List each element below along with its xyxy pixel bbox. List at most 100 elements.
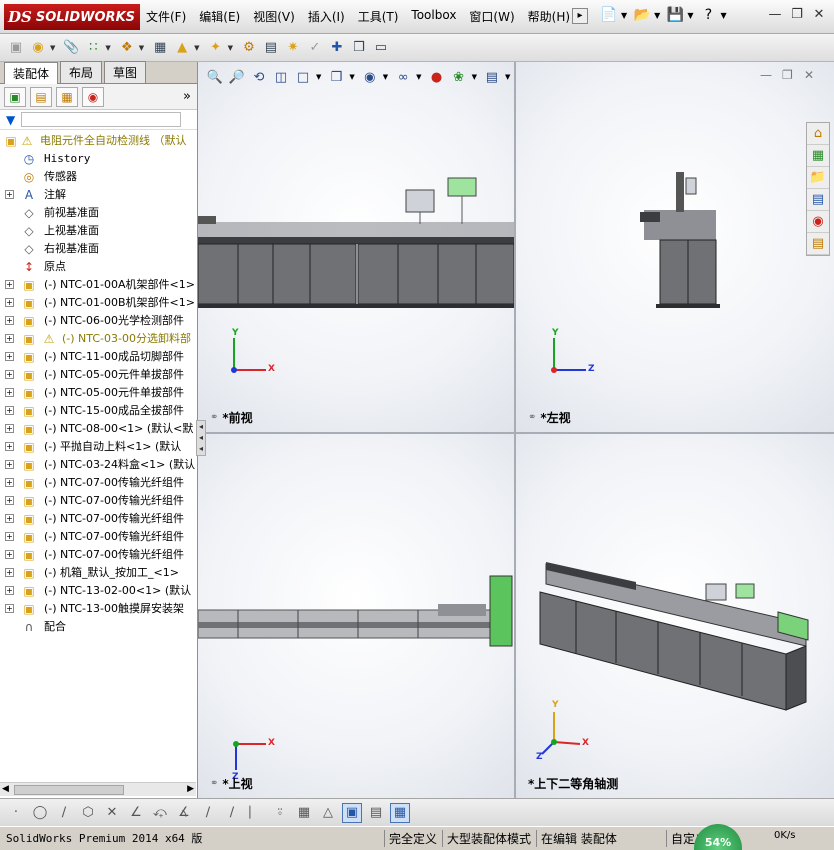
menu-view[interactable]: 视图(V) (253, 8, 295, 25)
tree-item[interactable]: + ▣ (-) NTC-03-24料盒<1> (默认 (0, 456, 196, 474)
explode-line-icon[interactable]: ✓ (305, 38, 325, 58)
expand-icon[interactable]: + (5, 280, 14, 289)
expand-icon[interactable]: + (5, 568, 14, 577)
property-manager-icon[interactable]: ▤ (30, 86, 52, 107)
tree-item[interactable]: ◎ 传感器 (0, 168, 196, 186)
assembly-icon[interactable]: ▲ (172, 38, 192, 58)
feature-manager-icon[interactable]: ▣ (4, 86, 26, 107)
expand-icon[interactable]: + (5, 532, 14, 541)
help-icon[interactable]: ? (699, 6, 717, 24)
solidworks-logo[interactable]: DS SOLIDWORKS (4, 4, 140, 30)
tree-root[interactable]: ▣ ⚠ 电阻元件全自动检测线 （默认 (0, 132, 196, 150)
tree-item[interactable]: ◇ 右视基准面 (0, 240, 196, 258)
polygon-icon[interactable]: ⬡ (78, 803, 98, 823)
menu-insert[interactable]: 插入(I) (308, 8, 345, 25)
mate-icon[interactable]: 📎 (61, 38, 81, 58)
expand-icon[interactable]: + (5, 388, 14, 397)
new-document-icon[interactable]: 📄 (600, 6, 618, 24)
expand-icon[interactable]: + (5, 442, 14, 451)
angle-icon[interactable]: ∠ (126, 803, 146, 823)
menu-toolbox[interactable]: Toolbox (411, 8, 456, 25)
restore-icon[interactable]: ❐ (788, 6, 806, 24)
expand-icon[interactable]: + (5, 550, 14, 559)
tree-item[interactable]: ◇ 前视基准面 (0, 204, 196, 222)
offset-icon[interactable]: ∕ (198, 803, 218, 823)
interference-icon[interactable]: ❒ (349, 38, 369, 58)
wireframe-display-icon[interactable]: ▤ (366, 803, 386, 823)
bill-of-materials-icon[interactable]: ▤ (261, 38, 281, 58)
expand-icon[interactable]: + (5, 298, 14, 307)
tree-item[interactable]: + ▣ (-) NTC-11-00成品切脚部件 (0, 348, 196, 366)
horizontal-scrollbar[interactable]: ◀ ▶ (0, 782, 196, 796)
open-folder-icon[interactable]: 📂 (633, 6, 651, 24)
tree-item[interactable]: + ▣ (-) NTC-05-00元件单拔部件 (0, 384, 196, 402)
tree-item[interactable]: + ▣ (-) NTC-01-00A机架部件<1> (0, 276, 196, 294)
four-view-icon[interactable]: ▦ (390, 802, 410, 823)
display-manager-icon[interactable]: ◉ (82, 86, 104, 107)
expand-icon[interactable]: + (5, 460, 14, 469)
dimension-icon[interactable]: ⍤ (270, 803, 290, 823)
viewport-splitter-horizontal[interactable] (198, 432, 834, 434)
scroll-thumb[interactable] (14, 785, 124, 795)
reference-geometry-icon[interactable]: ✦ (206, 38, 226, 58)
tab-sketch[interactable]: 草图 (104, 61, 147, 83)
circle-icon[interactable]: ◯ (30, 803, 50, 823)
expand-icon[interactable]: + (5, 316, 14, 325)
link-views-icon[interactable]: ⚭ (210, 412, 218, 423)
dropdown-icon[interactable]: ▼ (194, 44, 199, 52)
tree-item[interactable]: + ▣ (-) NTC-07-00传输光纤组件 (0, 510, 196, 528)
tab-assembly[interactable]: 装配体 (4, 62, 59, 84)
tree-item[interactable]: + ▣ (-) NTC-07-00传输光纤组件 (0, 492, 196, 510)
link-views-icon[interactable]: ⚭ (210, 778, 218, 789)
panel-collapse-grip-icon[interactable]: ◂ ◂ ◂ (196, 420, 206, 456)
instant3d-icon[interactable]: ✚ (327, 38, 347, 58)
expand-icon[interactable]: + (5, 190, 14, 199)
sketch-plane-icon[interactable]: △ (318, 803, 338, 823)
tree-item[interactable]: + ▣ (-) NTC-07-00传输光纤组件 (0, 528, 196, 546)
line-icon[interactable]: ∕ (54, 803, 74, 823)
construction-line-icon[interactable]: ⎸ (246, 803, 266, 823)
open-dropdown-icon[interactable]: ▼ (654, 11, 660, 20)
expand-icon[interactable]: + (5, 586, 14, 595)
viewport-left[interactable]: — ❐ ✕ ⌂ ▦ 📁 ▤ ◉ ▤ Y Z ⚭ *左视 (516, 62, 834, 432)
minimize-icon[interactable]: — (766, 6, 784, 24)
assembly-features-icon[interactable]: ◉ (28, 38, 48, 58)
link-views-icon[interactable]: ⚭ (528, 412, 536, 423)
tree-item[interactable]: + ▣ (-) NTC-06-00光学检测部件 (0, 312, 196, 330)
tree-item[interactable]: + ▣ (-) NTC-13-00触摸屏安装架 (0, 600, 196, 618)
dropdown-icon[interactable]: ▼ (139, 44, 144, 52)
gear-icon[interactable]: ⚙ (239, 38, 259, 58)
close-icon[interactable]: ✕ (810, 6, 828, 24)
tree-item[interactable]: + ▣ (-) NTC-07-00传输光纤组件 (0, 474, 196, 492)
expand-icon[interactable]: + (5, 406, 14, 415)
expand-icon[interactable]: + (5, 604, 14, 613)
expand-icon[interactable]: + (5, 370, 14, 379)
save-dropdown-icon[interactable]: ▼ (687, 11, 693, 20)
expand-icon[interactable]: + (5, 478, 14, 487)
expand-icon[interactable]: + (5, 496, 14, 505)
move-component-icon[interactable]: ❖ (117, 38, 137, 58)
tree-item[interactable]: + ▣ (-) NTC-07-00传输光纤组件 (0, 546, 196, 564)
menu-file[interactable]: 文件(F) (146, 8, 186, 25)
menu-edit[interactable]: 编辑(E) (199, 8, 240, 25)
expand-icon[interactable]: + (5, 514, 14, 523)
tree-item[interactable]: + ▣ (-) NTC-05-00元件单拔部件 (0, 366, 196, 384)
filter-input[interactable] (21, 112, 182, 127)
save-icon[interactable]: 💾 (666, 6, 684, 24)
mirror-icon[interactable]: ∕ (222, 803, 242, 823)
tree-item[interactable]: + ▣ (-) 平抛自动上料<1> (默认 (0, 438, 196, 456)
expand-icon[interactable]: + (5, 424, 14, 433)
dropdown-icon[interactable]: ▼ (105, 44, 110, 52)
dropdown-icon[interactable]: ▼ (228, 44, 233, 52)
viewport-top[interactable]: X Z ⚭ *上视 (198, 434, 514, 798)
sketch-chamfer-icon[interactable]: ∡ (174, 803, 194, 823)
filter-icon[interactable]: ▼ (6, 113, 15, 127)
viewport-front[interactable]: 🔍 🔎 ⟲ ◫ □ ▼ ❒ ▼ ◉ ▼ ∞ ▼ ● ❀ ▼ ▤ ▼ Y X ⚭ … (198, 62, 514, 432)
linear-pattern-icon[interactable]: ∷ (83, 38, 103, 58)
expand-icon[interactable]: + (5, 352, 14, 361)
new-dropdown-icon[interactable]: ▼ (621, 11, 627, 20)
exploded-view-icon[interactable]: ✷ (283, 38, 303, 58)
tree-item[interactable]: + ▣ (-) NTC-15-00成品全拔部件 (0, 402, 196, 420)
tree-item[interactable]: + ▣ (-) NTC-01-00B机架部件<1> (0, 294, 196, 312)
sketch-fillet-icon[interactable]: ⤽ (150, 803, 170, 823)
